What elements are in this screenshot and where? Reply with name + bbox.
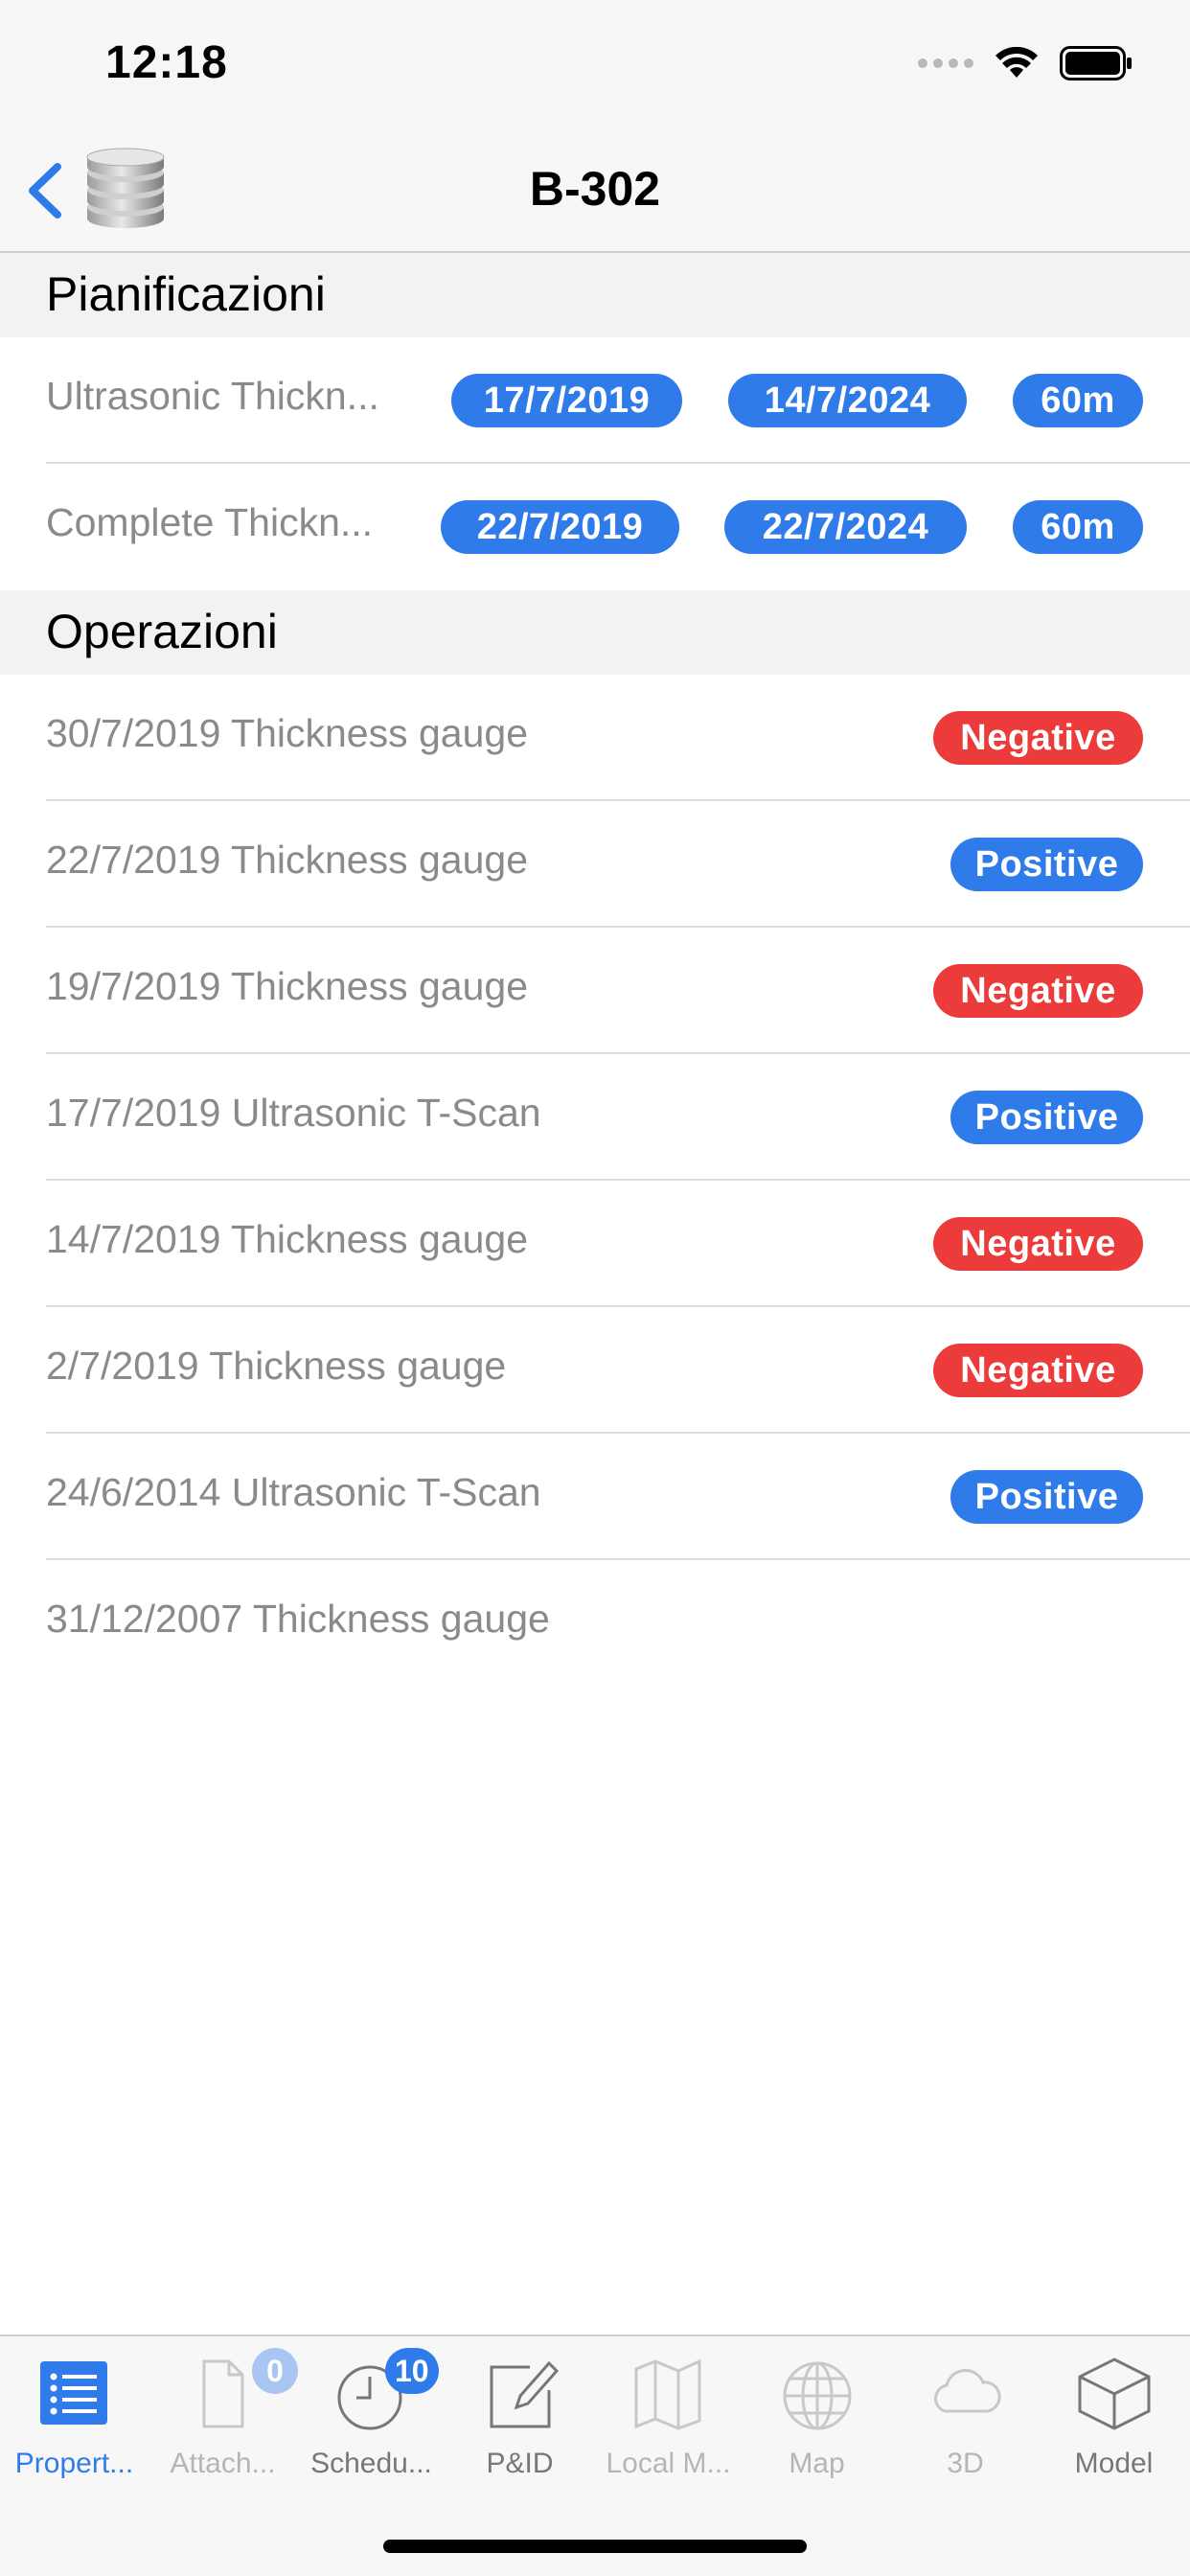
result-badge-negative: Negative — [933, 1344, 1143, 1397]
result-badge-positive: Positive — [950, 1091, 1143, 1144]
tab-label: Attach... — [170, 2448, 276, 2479]
operation-row[interactable]: 24/6/2014 Ultrasonic T-Scan Positive — [0, 1434, 1190, 1560]
map-icon — [634, 2358, 701, 2430]
operation-row[interactable]: 17/7/2019 Ultrasonic T-Scan Positive — [0, 1054, 1190, 1181]
edit-icon — [490, 2360, 559, 2428]
battery-icon — [1060, 46, 1132, 80]
section-title: Pianificazioni — [46, 267, 326, 321]
tab-label: P&ID — [486, 2448, 554, 2479]
section-header-planning: Pianificazioni — [0, 253, 1190, 337]
globe-icon — [783, 2361, 852, 2430]
tab-label: 3D — [947, 2448, 984, 2479]
planning-name: Complete Thickn... — [46, 500, 374, 544]
document-icon — [202, 2359, 244, 2428]
planning-interval: 60m — [1013, 500, 1143, 554]
tab-local-map[interactable]: Local M... — [594, 2354, 743, 2497]
operation-text: 17/7/2019 Ultrasonic T-Scan — [46, 1091, 541, 1135]
result-badge-positive: Positive — [950, 1470, 1143, 1524]
status-bar: 12:18 — [0, 0, 1190, 126]
tab-model[interactable]: Model — [1040, 2354, 1188, 2497]
cloud-icon — [934, 2369, 1001, 2413]
operation-row[interactable]: 2/7/2019 Thickness gauge Negative — [0, 1307, 1190, 1434]
tab-badge: 0 — [252, 2348, 298, 2394]
planning-start-date: 22/7/2019 — [441, 500, 679, 554]
operation-row[interactable]: 19/7/2019 Thickness gauge Negative — [0, 928, 1190, 1054]
list-icon — [40, 2361, 107, 2425]
planning-start-date: 17/7/2019 — [451, 374, 682, 427]
tab-schedule[interactable]: 10 Schedu... — [297, 2348, 446, 2497]
operation-text: 24/6/2014 Ultrasonic T-Scan — [46, 1470, 541, 1514]
cellular-signal-icon — [918, 58, 973, 68]
tab-label: Schedu... — [310, 2448, 432, 2479]
home-indicator[interactable] — [383, 2540, 807, 2553]
operation-text: 22/7/2019 Thickness gauge — [46, 838, 529, 882]
section-title: Operazioni — [46, 605, 278, 658]
planning-row[interactable]: Complete Thickn... 22/7/2019 22/7/2024 6… — [0, 464, 1190, 590]
planning-end-date: 22/7/2024 — [724, 500, 967, 554]
result-badge-negative: Negative — [933, 1217, 1143, 1271]
result-badge-negative: Negative — [933, 964, 1143, 1018]
tab-label: Map — [789, 2448, 845, 2479]
tab-label: Model — [1074, 2448, 1154, 2479]
tab-label: Propert... — [14, 2448, 134, 2479]
result-badge-positive: Positive — [950, 838, 1143, 891]
tab-map[interactable]: Map — [743, 2354, 891, 2497]
tab-badge: 10 — [385, 2348, 439, 2394]
operation-text: 30/7/2019 Thickness gauge — [46, 711, 529, 755]
operation-row[interactable]: 30/7/2019 Thickness gauge Negative — [0, 675, 1190, 801]
operation-text: 31/12/2007 Thickness gauge — [46, 1597, 550, 1641]
tab-label: Local M... — [606, 2448, 731, 2479]
planning-name: Ultrasonic Thickn... — [46, 374, 379, 418]
status-time: 12:18 — [105, 37, 228, 88]
status-icons — [918, 46, 1133, 80]
planning-interval: 60m — [1013, 374, 1143, 427]
operation-row[interactable]: 31/12/2007 Thickness gauge — [0, 1560, 1190, 1687]
tab-3d[interactable]: 3D — [891, 2354, 1040, 2497]
planning-end-date: 14/7/2024 — [728, 374, 967, 427]
planning-row[interactable]: Ultrasonic Thickn... 17/7/2019 14/7/2024… — [0, 337, 1190, 464]
result-badge-negative: Negative — [933, 711, 1143, 765]
operation-text: 2/7/2019 Thickness gauge — [46, 1344, 507, 1388]
operation-text: 19/7/2019 Thickness gauge — [46, 964, 529, 1008]
operation-text: 14/7/2019 Thickness gauge — [46, 1217, 529, 1261]
section-header-operations: Operazioni — [0, 590, 1190, 675]
navigation-bar: B-302 — [0, 126, 1190, 253]
tab-attachments[interactable]: 0 Attach... — [149, 2348, 298, 2497]
tab-pid[interactable]: P&ID — [446, 2354, 594, 2497]
operation-row[interactable]: 14/7/2019 Thickness gauge Negative — [0, 1181, 1190, 1307]
wifi-icon — [995, 47, 1038, 78]
page-title: B-302 — [529, 162, 661, 216]
operation-row[interactable]: 22/7/2019 Thickness gauge Positive — [0, 801, 1190, 928]
tab-properties[interactable]: Propert... — [0, 2354, 149, 2497]
cube-icon — [1078, 2358, 1151, 2430]
